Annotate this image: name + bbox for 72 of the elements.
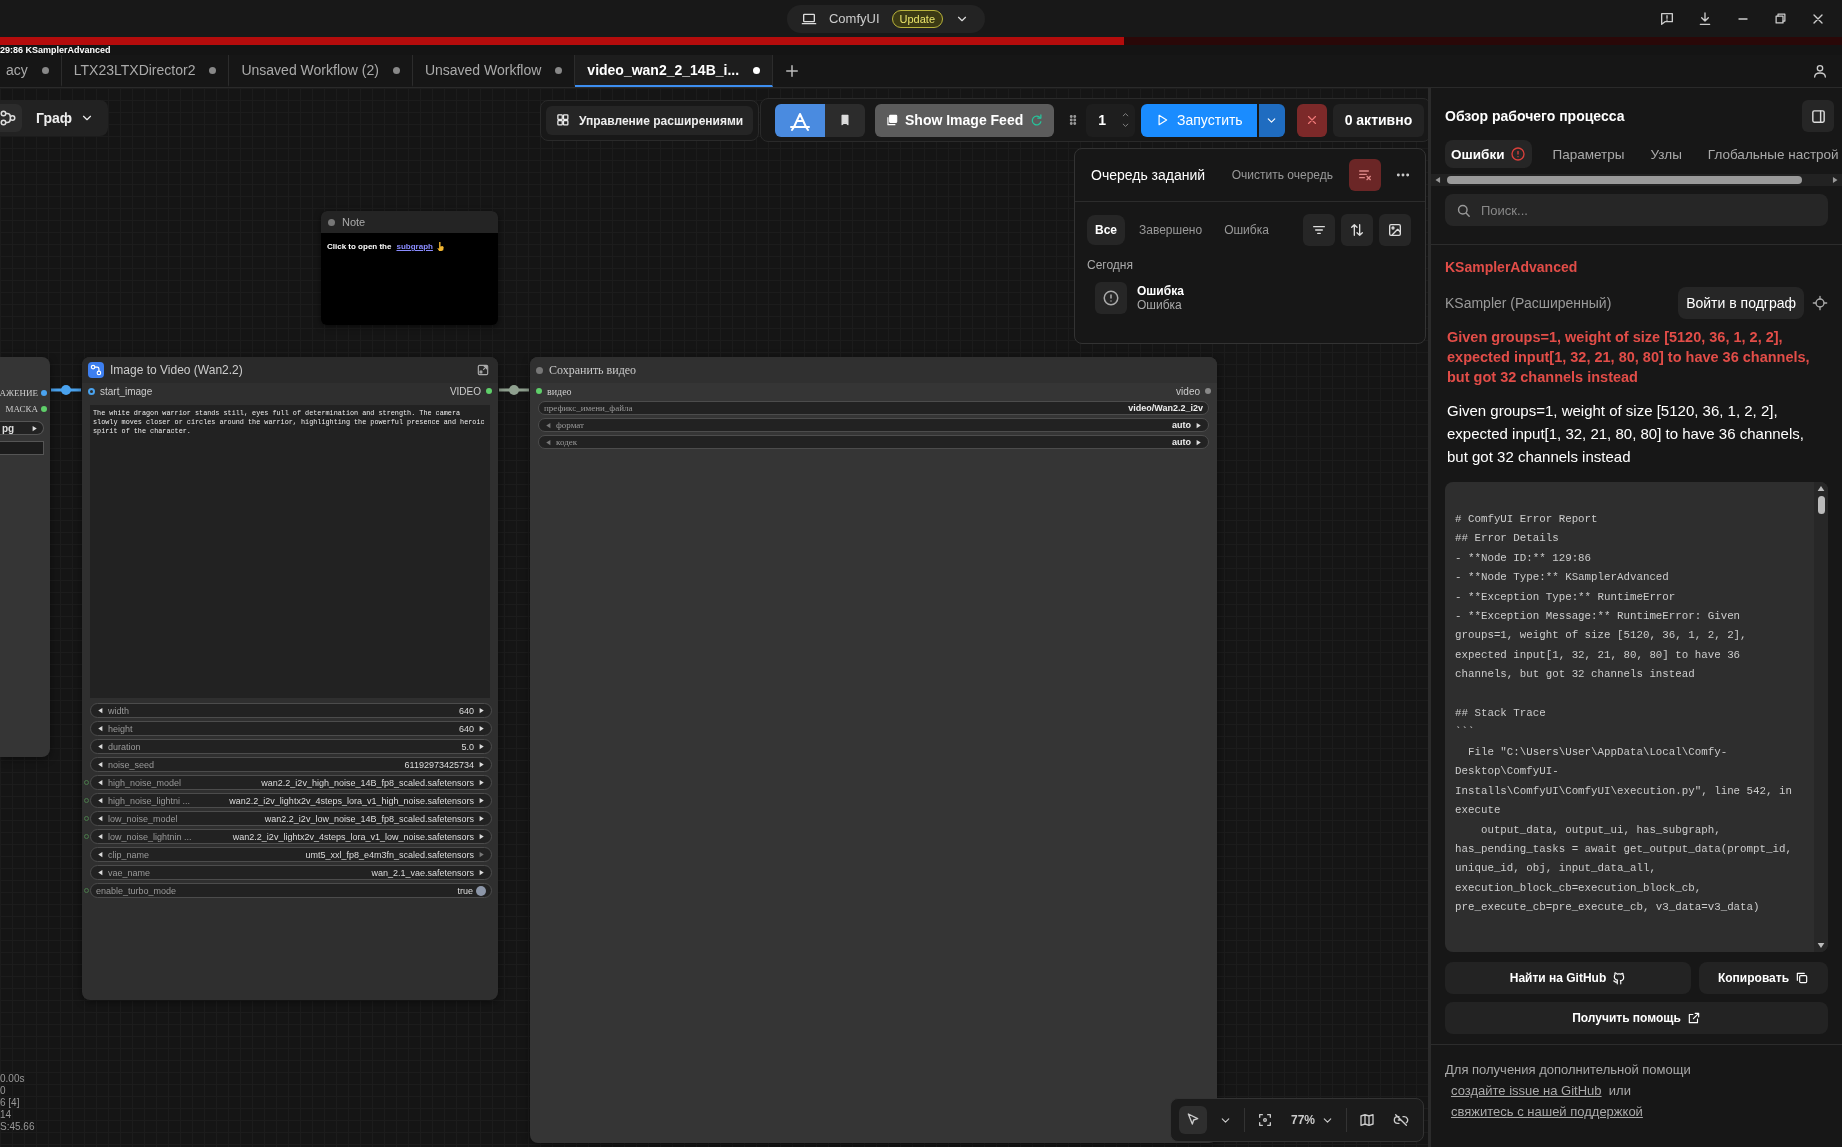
- workflow-tab[interactable]: video_wan2_2_14B_i...: [575, 55, 774, 87]
- panel-tab[interactable]: Узлы: [1644, 140, 1688, 168]
- batch-count-field[interactable]: 1: [1086, 103, 1136, 137]
- job-title[interactable]: Ошибка: [1137, 284, 1184, 298]
- progress-label: 29:86 KSamplerAdvanced: [0, 45, 111, 55]
- queue-title: Очередь заданий: [1091, 167, 1206, 183]
- stats-line: 0.00s: [0, 1073, 25, 1084]
- input-label: start_image: [100, 385, 153, 397]
- combo-widget[interactable]: high_noise_lightni ... wan2.2_i2v_lightx2v_4steps_lora_v1_high_noise.safetensors: [90, 793, 492, 808]
- filter-tab[interactable]: Завершено: [1131, 215, 1211, 245]
- panel-tab[interactable]: Ошибки: [1445, 140, 1533, 168]
- combo-widget[interactable]: vae_name wan_2.1_vae.safetensors: [90, 865, 492, 880]
- clear-queue-link[interactable]: Очистить очередь: [1225, 167, 1339, 183]
- search-field[interactable]: Поиск...: [1445, 194, 1828, 226]
- number-widget[interactable]: duration 5.0: [90, 739, 492, 754]
- panel-tab[interactable]: Параметры: [1546, 140, 1631, 168]
- github-search-button[interactable]: Найти на GitHub: [1445, 962, 1691, 994]
- combo-widget[interactable]: high_noise_model wan2.2_i2v_high_noise_14B_fp8_scaled.safetensors: [90, 775, 492, 790]
- get-help-button[interactable]: Получить помощь: [1445, 1002, 1828, 1034]
- workflow-tab[interactable]: Unsaved Workflow (2): [229, 55, 413, 87]
- stats-line: S:45.66: [0, 1121, 35, 1132]
- number-widget[interactable]: height 640: [90, 721, 492, 736]
- combo-widget[interactable]: low_noise_lightnin ... wan2.2_i2v_lightx2v_4steps_lora_v1_low_noise.safetensors: [90, 829, 492, 844]
- number-widget[interactable]: width 640: [90, 703, 492, 718]
- note-text: Click to open the subgraph: [321, 233, 498, 260]
- number-widget[interactable]: noise_seed 61192973425734: [90, 757, 492, 772]
- stats-line: 0: [0, 1085, 6, 1096]
- error-message: Given groups=1, weight of size [5120, 36, 1, 2, 2], expected input[1, 32, 21, 80, 80] to have 36 channels, but got 32 channels instead: [1447, 328, 1811, 387]
- node-title: KSampler (Расширенный): [1445, 295, 1612, 311]
- image-feed-button[interactable]: Show Image Feed: [875, 103, 1055, 137]
- input-label: видео: [547, 385, 572, 397]
- output-label: video: [1176, 385, 1200, 397]
- filter-tab[interactable]: Ошибка: [1216, 215, 1277, 245]
- copy-button[interactable]: Копировать: [1699, 962, 1828, 994]
- active-jobs-button[interactable]: 0 активно: [1332, 103, 1425, 137]
- combo-widget[interactable]: low_noise_model wan2.2_i2v_low_noise_14B_fp8_scaled.safetensors: [90, 811, 492, 826]
- subgraph-link[interactable]: subgraph: [396, 242, 433, 251]
- combo-widget[interactable]: pg: [0, 421, 44, 435]
- workflow-tab[interactable]: LTX23LTXDirector2: [61, 55, 230, 87]
- output-label: VIDEO: [449, 385, 481, 397]
- zoom-dropdown[interactable]: 77%: [1285, 1107, 1341, 1133]
- stats-line: 6 [4]: [0, 1097, 20, 1108]
- node-title: Note: [342, 216, 366, 228]
- update-badge[interactable]: Update: [891, 9, 943, 28]
- node-card[interactable]: Сохранить видео видео video префикс_имени_файла video/Wan2.2_i2v формат auto кодек auto: [530, 357, 1217, 1143]
- workflow-tab[interactable]: acy: [0, 55, 62, 87]
- support-link[interactable]: свяжитесь с нашей поддержкой: [1451, 1104, 1643, 1119]
- output-label: МАСКА: [5, 404, 38, 414]
- combo-widget[interactable]: clip_name umt5_xxl_fp8_e4m3fn_scaled.safetensors: [90, 847, 492, 862]
- issue-link[interactable]: создайте issue на GitHub: [1451, 1083, 1602, 1098]
- toggle-widget[interactable]: enable_turbo_mode true: [90, 883, 492, 898]
- panel-title: Обзор рабочего процесса: [1445, 108, 1625, 124]
- combo-widget[interactable]: кодек auto: [538, 435, 1209, 449]
- group-label: Сегодня: [1087, 258, 1133, 272]
- node-title: Image to Video (Wan2.2): [110, 363, 243, 377]
- node-title: Сохранить видео: [549, 362, 637, 378]
- note-node[interactable]: Note Click to open the subgraph: [321, 211, 498, 325]
- job-status: Ошибка: [1137, 298, 1183, 312]
- error-report: # ComfyUI Error Report ## Error Details - **Node ID:** 129:86 - **Node Type:** KSamplerAdvanced - **Exception Type:** RuntimeError - **Exception Message:** RuntimeError: Given groups=1, weight of size [5120, 36, 1, 2, 2], expected input[1, 32, 21, 80, 80] to have 36 channels, but got 32 channels instead ## Stack Trace ``` File "C:\Users\User\AppData\Local\Comfy- Desktop\ComfyUI- Installs\ComfyUI\ComfyUI\execution.py", line 542, in execute output_data, output_ui, has_subgraph, has_pending_tasks = await get_output_data(prompt_id, unique_id, obj, input_data_all, execution_block_cb=execution_block_cb, pre_execute_cb=pre_execute_cb, v3_data=v3_data): [1454, 512, 1793, 916]
- app-name: ComfyUI: [828, 11, 880, 26]
- node-type-heading: KSamplerAdvanced: [1445, 259, 1579, 275]
- stats-line: 14: [0, 1109, 12, 1120]
- enter-subgraph-button[interactable]: Войти в подграф: [1678, 287, 1804, 319]
- panel-tab[interactable]: Глобальные настрой: [1701, 140, 1842, 168]
- text-widget[interactable]: префикс_имени_файла video/Wan2.2_i2v: [538, 401, 1209, 415]
- error-details: Given groups=1, weight of size [5120, 36, 1, 2, 2], expected input[1, 32, 21, 80, 80] to have 36 channels, but got 32 channels instead: [1447, 401, 1805, 467]
- node-card[interactable]: АЖЕНИЕ МАСКА pg: [0, 357, 50, 757]
- filter-tab[interactable]: Все: [1087, 215, 1125, 245]
- extensions-button[interactable]: Управление расширениями: [546, 106, 754, 135]
- help-text: Для получения дополнительной помощи создайте issue на GitHub или свяжитесь с нашей поддержкой: [1445, 1061, 1692, 1121]
- output-label: АЖЕНИЕ: [0, 388, 38, 398]
- combo-widget[interactable]: формат auto: [538, 418, 1209, 432]
